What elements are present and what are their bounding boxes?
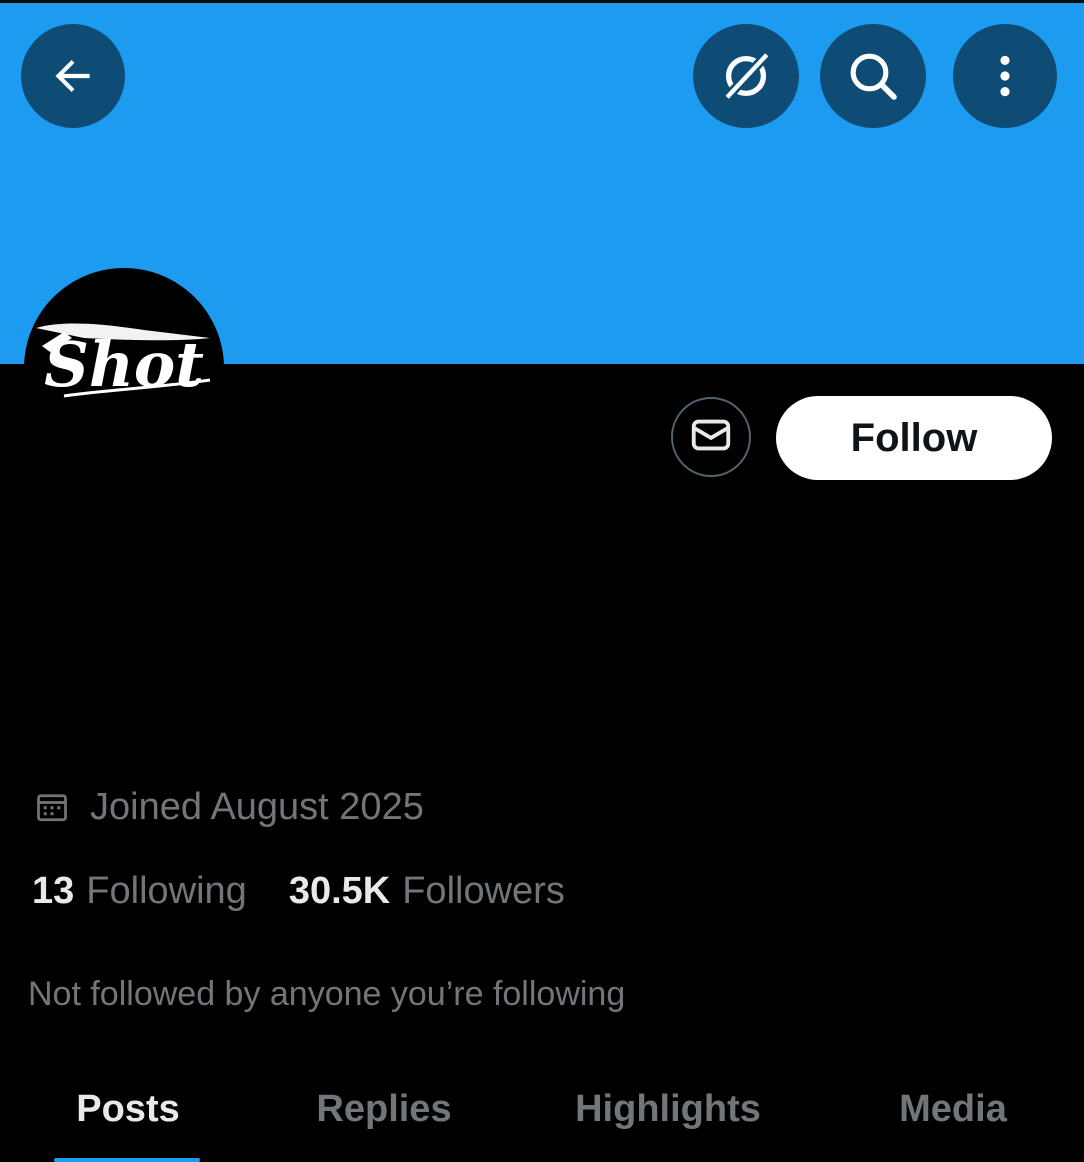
avatar[interactable]: Shot — [24, 268, 224, 468]
tab-highlights[interactable]: Highlights — [548, 1080, 788, 1162]
grok-button[interactable] — [693, 24, 799, 128]
following-link[interactable]: 13 Following — [32, 870, 247, 913]
tab-posts[interactable]: Posts — [34, 1080, 222, 1162]
more-vertical-icon — [980, 51, 1030, 101]
joined-text: Joined August 2025 — [90, 785, 424, 828]
tab-media[interactable]: Media — [860, 1080, 1046, 1162]
grok-icon — [717, 47, 775, 105]
followers-count: 30.5K — [288, 869, 391, 912]
profile-page: Shot Follow Joined August 2025 13 Follow… — [0, 0, 1084, 1162]
profile-tabs: Posts Replies Highlights Media — [0, 1080, 1084, 1162]
calendar-icon — [34, 789, 70, 825]
followed-by-text: Not followed by anyone you’re following — [28, 975, 626, 1013]
search-icon — [845, 48, 901, 104]
following-label: Following — [86, 869, 247, 912]
followers-link[interactable]: 30.5K Followers — [289, 870, 565, 913]
arrow-left-icon — [48, 51, 98, 101]
search-button[interactable] — [820, 24, 926, 128]
joined-date: Joined August 2025 — [34, 783, 424, 831]
status-strip — [0, 0, 1084, 3]
tab-replies[interactable]: Replies — [290, 1080, 478, 1162]
envelope-icon — [688, 412, 734, 463]
active-tab-indicator — [54, 1158, 200, 1162]
follow-button[interactable]: Follow — [776, 396, 1052, 480]
back-button[interactable] — [21, 24, 125, 128]
message-button[interactable] — [671, 397, 751, 477]
following-count: 13 — [32, 869, 75, 912]
follow-stats: 13 Following 30.5K Followers — [32, 866, 565, 916]
followers-label: Followers — [402, 869, 565, 912]
more-options-button[interactable] — [953, 24, 1057, 128]
shot-logo: Shot — [36, 323, 211, 401]
